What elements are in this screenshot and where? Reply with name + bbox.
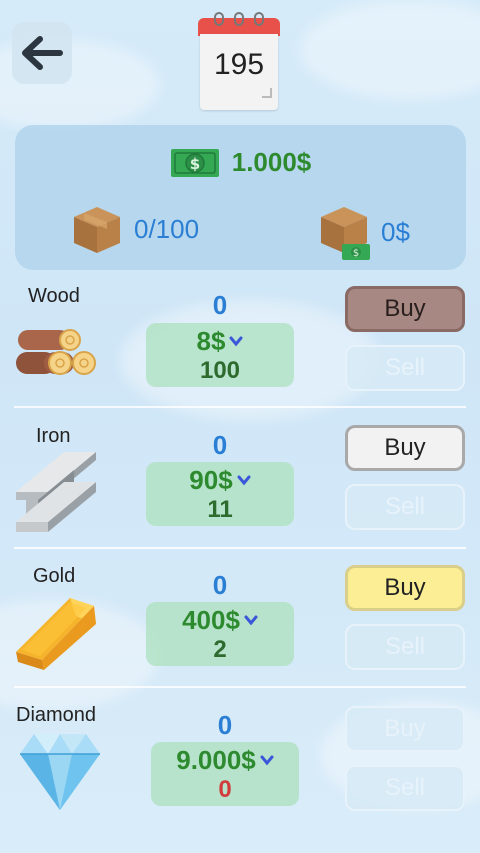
stock-wood: 100 <box>199 356 241 384</box>
calendar-ring-icon <box>234 12 244 26</box>
day-calendar: 195 <box>198 10 280 110</box>
price-box-iron: 90$ 11 <box>146 462 294 526</box>
price-down-icon <box>237 475 251 486</box>
inventory-value-amount: 0$ <box>381 216 410 247</box>
item-name-diamond: Diamond <box>16 704 97 726</box>
stock-iron: 11 <box>207 495 233 523</box>
stock-diamond: 0 <box>218 775 232 803</box>
price-down-icon <box>260 755 274 766</box>
owned-count-iron: 0 <box>212 430 228 460</box>
price-wood: 8$ <box>196 325 226 356</box>
price-down-icon <box>229 336 243 347</box>
buy-button-iron[interactable]: Buy <box>345 425 465 471</box>
price-down-icon <box>244 615 258 626</box>
price-box-gold: 400$ 2 <box>146 602 294 666</box>
storage-amount: 0/100 <box>134 213 200 244</box>
sell-button-gold[interactable]: Sell <box>345 624 465 670</box>
buy-button-gold[interactable]: Buy <box>345 565 465 611</box>
cash-icon: $ <box>170 148 219 177</box>
box-cash-icon: $ <box>317 203 371 261</box>
sell-button-wood[interactable]: Sell <box>345 345 465 391</box>
gold-bar-icon <box>16 598 96 670</box>
buy-button-diamond[interactable]: Buy <box>345 706 465 752</box>
item-name-iron: Iron <box>36 425 71 447</box>
price-box-diamond: 9.000$ 0 <box>151 742 299 806</box>
row-divider <box>14 547 466 549</box>
owned-count-diamond: 0 <box>217 710 233 740</box>
stats-panel: $ 1.000$ 0/100 $ 0$ <box>15 125 466 270</box>
item-name-wood: Wood <box>28 285 80 307</box>
diamond-icon <box>20 734 100 810</box>
sell-button-iron[interactable]: Sell <box>345 484 465 530</box>
price-diamond: 9.000$ <box>176 744 256 775</box>
box-icon <box>74 207 120 253</box>
wood-logs-icon <box>16 329 96 375</box>
stock-gold: 2 <box>213 635 227 663</box>
day-counter: 195 <box>213 48 265 81</box>
price-box-wood: 8$ 100 <box>146 323 294 387</box>
page-fold <box>262 88 272 98</box>
row-divider <box>14 686 466 688</box>
money-amount: 1.000$ <box>231 147 312 177</box>
owned-count-wood: 0 <box>212 290 228 320</box>
price-gold: 400$ <box>182 604 240 635</box>
buy-button-wood[interactable]: Buy <box>345 286 465 332</box>
calendar-ring-icon <box>254 12 264 26</box>
sell-button-diamond[interactable]: Sell <box>345 765 465 811</box>
item-name-gold: Gold <box>33 565 76 587</box>
owned-count-gold: 0 <box>212 570 228 600</box>
svg-text:$: $ <box>353 248 359 259</box>
iron-beam-icon <box>16 452 96 532</box>
back-button[interactable] <box>12 22 72 84</box>
money-row: $ 1.000$ <box>15 147 466 178</box>
arrow-left-icon <box>22 36 63 70</box>
svg-text:$: $ <box>190 155 200 173</box>
storage-stat: 0/100 <box>70 203 199 255</box>
calendar-ring-icon <box>214 12 224 26</box>
inventory-value-stat: $ 0$ <box>317 203 410 261</box>
row-divider <box>14 406 466 408</box>
price-iron: 90$ <box>189 464 233 495</box>
